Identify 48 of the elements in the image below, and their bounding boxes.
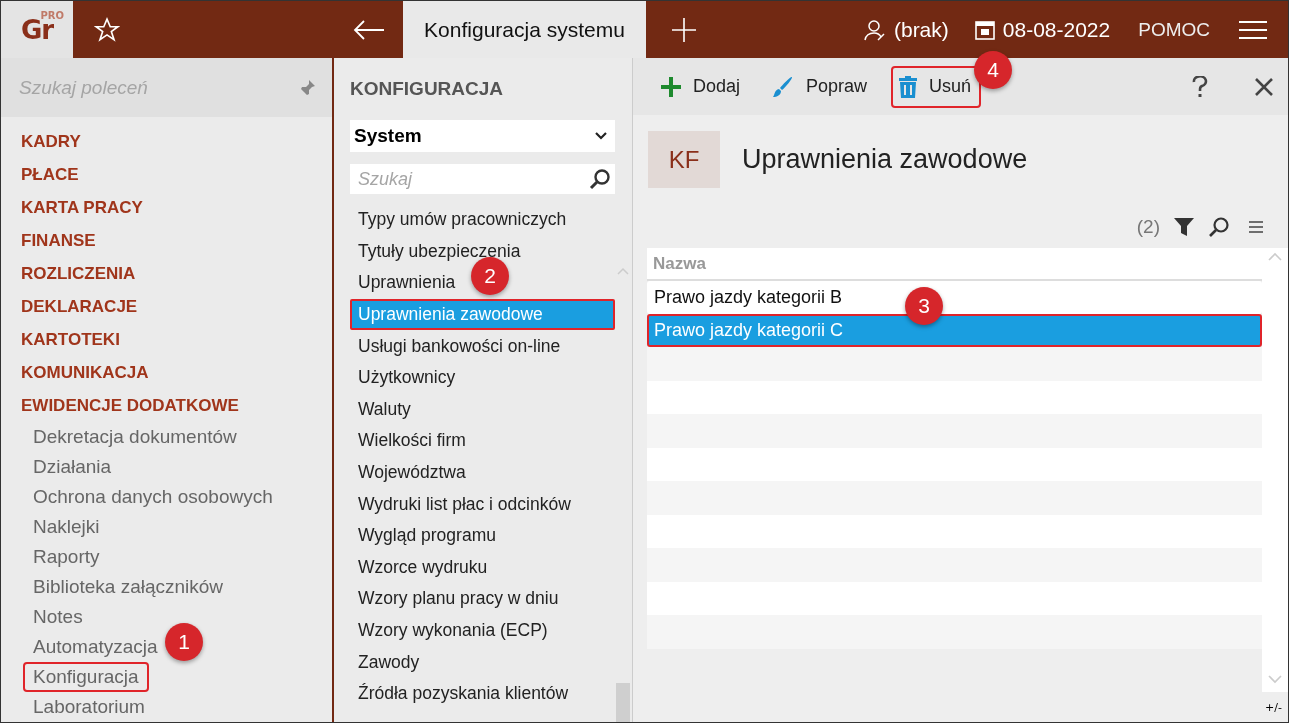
- panel-title: KONFIGURACJA: [350, 77, 505, 101]
- menu-item[interactable]: Biblioteka załączników: [23, 572, 234, 602]
- config-list-item[interactable]: Wygląd programu: [350, 519, 504, 552]
- menu-item[interactable]: Ochrona danych osobowych: [23, 482, 283, 512]
- config-list-item[interactable]: Usługi bankowości on-line: [350, 330, 569, 362]
- config-list-item[interactable]: Wzory wykonania (ECP): [350, 614, 556, 647]
- menu-section[interactable]: ROZLICZENIA: [11, 257, 146, 290]
- config-list-item[interactable]: Zawody: [350, 646, 428, 678]
- user-label: (brak): [893, 17, 949, 42]
- menu-section[interactable]: KOMUNIKACJA: [11, 356, 159, 389]
- active-tab[interactable]: Konfiguracja systemu: [403, 1, 646, 58]
- config-list-item[interactable]: Waluty: [350, 393, 419, 426]
- help-link[interactable]: POMOC: [1138, 18, 1210, 41]
- config-list-item[interactable]: Województwa: [350, 456, 474, 489]
- category-dropdown[interactable]: System: [350, 120, 615, 152]
- menu-item[interactable]: Działania: [23, 452, 122, 482]
- add-button[interactable]: Dodaj: [653, 66, 751, 107]
- config-list-item[interactable]: Źródła pozyskania klientów: [350, 677, 577, 710]
- menu-section[interactable]: KADRY: [11, 125, 91, 158]
- menu-section[interactable]: EWIDENCJE DODATKOWE: [11, 389, 249, 422]
- menu-section[interactable]: PŁACE: [11, 158, 89, 191]
- config-list-item[interactable]: Wzory planu pracy w dniu: [350, 583, 567, 615]
- module-badge: KF: [648, 131, 720, 188]
- config-list-item[interactable]: Użytkownicy: [350, 361, 464, 394]
- footer-toggle[interactable]: +/-: [1265, 700, 1282, 714]
- date-label[interactable]: 08-08-2022: [1002, 17, 1111, 42]
- config-list-item[interactable]: Wzorce wydruku: [350, 551, 496, 584]
- record-count: (2): [1136, 216, 1160, 238]
- step-marker: 1: [165, 623, 203, 661]
- menu-item[interactable]: Notes: [23, 602, 93, 632]
- config-list-item[interactable]: Uprawnienia: [350, 267, 464, 299]
- menu-item[interactable]: Raporty: [23, 542, 110, 572]
- config-list-item[interactable]: Typy umów pracowniczych: [350, 204, 575, 236]
- edit-button[interactable]: Popraw: [764, 65, 878, 108]
- menu-section[interactable]: FINANSE: [11, 224, 106, 257]
- page-title: Uprawnienia zawodowe: [742, 144, 1028, 175]
- pro-label: PRO: [40, 10, 64, 21]
- menu-section[interactable]: KARTA PRACY: [11, 191, 153, 224]
- menu-item[interactable]: Automatyzacja: [23, 632, 168, 662]
- menu-section[interactable]: DEKLARACJE: [11, 290, 148, 323]
- config-list-item[interactable]: Wielkości firm: [350, 425, 474, 457]
- menu-item[interactable]: Naklejki: [23, 512, 110, 542]
- menu-item[interactable]: Dekretacja dokumentów: [23, 422, 247, 452]
- menu-item[interactable]: Laboratorium: [23, 692, 155, 722]
- menu-section[interactable]: KARTOTEKI: [11, 323, 130, 356]
- config-list-item[interactable]: Wydruki list płac i odcinków: [350, 488, 579, 520]
- step-marker: 2: [471, 257, 509, 295]
- menu-item[interactable]: Konfiguracja: [23, 662, 149, 692]
